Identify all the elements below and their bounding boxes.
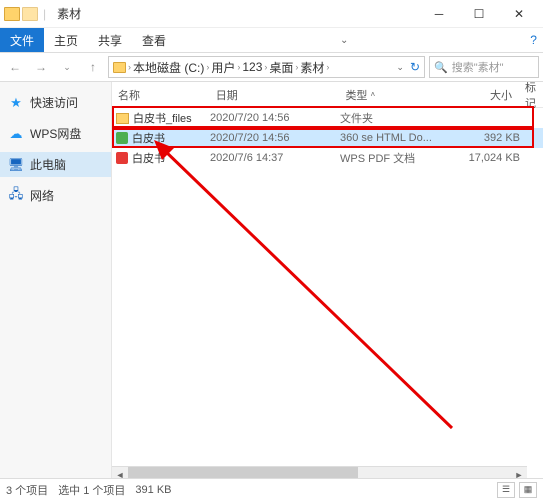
sidebar-item-label: WPS网盘 bbox=[30, 125, 81, 142]
menu-file[interactable]: 文件 bbox=[0, 28, 44, 52]
column-headers: 名称 日期 类型˄ 大小 标记 bbox=[112, 82, 543, 108]
html-file-icon bbox=[116, 132, 128, 144]
table-row[interactable]: 白皮书 2020/7/20 14:56 360 se HTML Do... 39… bbox=[112, 128, 543, 148]
breadcrumb-segment[interactable]: 用户 bbox=[211, 59, 235, 76]
column-mark[interactable]: 标记 bbox=[519, 82, 543, 111]
annotation-arrow bbox=[152, 138, 462, 438]
file-date: 2020/7/6 14:37 bbox=[210, 152, 340, 164]
table-row[interactable]: 白皮书 2020/7/6 14:37 WPS PDF 文档 17,024 KB bbox=[112, 148, 543, 168]
breadcrumb-segment[interactable]: 素材 bbox=[300, 59, 324, 76]
breadcrumb[interactable]: › 本地磁盘 (C:) › 用户 › 123 › 桌面 › 素材 › ⌄ ↻ bbox=[108, 56, 425, 78]
folder-icon bbox=[116, 113, 129, 124]
chevron-right-icon: › bbox=[326, 62, 329, 72]
column-size[interactable]: 大小 bbox=[459, 87, 519, 103]
sidebar-item-network[interactable]: 🖧 网络 bbox=[0, 183, 111, 208]
file-date: 2020/7/20 14:56 bbox=[210, 112, 340, 124]
sidebar-item-thispc[interactable]: 🖥 此电脑 bbox=[0, 152, 111, 177]
folder-icon bbox=[113, 62, 126, 73]
search-placeholder: 搜索"素材" bbox=[452, 59, 504, 75]
breadcrumb-segment[interactable]: 桌面 bbox=[269, 59, 293, 76]
breadcrumb-segment[interactable]: 本地磁盘 (C:) bbox=[133, 59, 204, 76]
nav-up-button[interactable]: ↑ bbox=[82, 56, 104, 78]
window-titlebar: | 素材 ─ ☐ ✕ bbox=[0, 0, 543, 28]
content-area: ★ 快速访问 ☁ WPS网盘 🖥 此电脑 🖧 网络 名称 日期 类型˄ 大小 标… bbox=[0, 82, 543, 482]
expand-ribbon-icon[interactable]: ⌄ bbox=[340, 35, 348, 46]
titlebar-divider: | bbox=[43, 7, 46, 21]
window-title: 素材 bbox=[57, 5, 81, 22]
file-date: 2020/7/20 14:56 bbox=[210, 132, 340, 144]
network-icon: 🖧 bbox=[8, 188, 24, 204]
column-date[interactable]: 日期 bbox=[210, 87, 340, 103]
file-type: 文件夹 bbox=[340, 110, 460, 126]
status-selection: 选中 1 个项目 bbox=[58, 482, 125, 498]
nav-back-button[interactable]: ← bbox=[4, 56, 26, 78]
pdf-file-icon bbox=[116, 152, 128, 164]
sort-indicator-icon: ˄ bbox=[370, 90, 375, 99]
address-bar: ← → ⌄ ↑ › 本地磁盘 (C:) › 用户 › 123 › 桌面 › 素材… bbox=[0, 52, 543, 82]
menu-view[interactable]: 查看 bbox=[132, 28, 176, 52]
sidebar-item-label: 此电脑 bbox=[30, 156, 66, 173]
file-list-pane: 名称 日期 类型˄ 大小 标记 白皮书_files 2020/7/20 14:5… bbox=[112, 82, 543, 482]
menubar: 文件 主页 共享 查看 ⌄ ? bbox=[0, 28, 543, 52]
breadcrumb-dropdown-icon[interactable]: ⌄ bbox=[396, 62, 404, 73]
file-size: 392 KB bbox=[460, 132, 520, 144]
sidebar-item-quickaccess[interactable]: ★ 快速访问 bbox=[0, 90, 111, 115]
star-icon: ★ bbox=[8, 95, 24, 111]
table-row[interactable]: 白皮书_files 2020/7/20 14:56 文件夹 bbox=[112, 108, 543, 128]
menu-share[interactable]: 共享 bbox=[88, 28, 132, 52]
sidebar-item-label: 网络 bbox=[30, 187, 54, 204]
status-item-count: 3 个项目 bbox=[6, 482, 48, 498]
chevron-right-icon: › bbox=[295, 62, 298, 72]
file-type: WPS PDF 文档 bbox=[340, 150, 460, 166]
monitor-icon: 🖥 bbox=[8, 157, 24, 173]
folder-icon bbox=[22, 7, 38, 21]
file-type: 360 se HTML Do... bbox=[340, 132, 460, 144]
view-large-button[interactable]: ▦ bbox=[519, 482, 537, 498]
navigation-sidebar: ★ 快速访问 ☁ WPS网盘 🖥 此电脑 🖧 网络 bbox=[0, 82, 112, 482]
file-name: 白皮书 bbox=[132, 130, 165, 146]
chevron-right-icon: › bbox=[128, 62, 131, 72]
minimize-button[interactable]: ─ bbox=[419, 2, 459, 26]
status-bar: 3 个项目 选中 1 个项目 391 KB ☰ ▦ bbox=[0, 478, 543, 500]
nav-forward-button[interactable]: → bbox=[30, 56, 52, 78]
status-selection-size: 391 KB bbox=[135, 484, 171, 496]
nav-recent-button[interactable]: ⌄ bbox=[56, 56, 78, 78]
maximize-button[interactable]: ☐ bbox=[459, 2, 499, 26]
breadcrumb-segment[interactable]: 123 bbox=[242, 60, 262, 74]
view-details-button[interactable]: ☰ bbox=[497, 482, 515, 498]
folder-icon bbox=[4, 7, 20, 21]
chevron-right-icon: › bbox=[264, 62, 267, 72]
close-button[interactable]: ✕ bbox=[499, 2, 539, 26]
help-icon[interactable]: ? bbox=[530, 33, 537, 47]
chevron-right-icon: › bbox=[206, 62, 209, 72]
sidebar-item-wps[interactable]: ☁ WPS网盘 bbox=[0, 121, 111, 146]
file-size: 17,024 KB bbox=[460, 152, 520, 164]
file-rows: 白皮书_files 2020/7/20 14:56 文件夹 白皮书 2020/7… bbox=[112, 108, 543, 168]
menu-home[interactable]: 主页 bbox=[44, 28, 88, 52]
file-name: 白皮书_files bbox=[133, 110, 192, 126]
refresh-icon[interactable]: ↻ bbox=[410, 60, 420, 74]
column-type[interactable]: 类型˄ bbox=[339, 87, 459, 103]
sidebar-item-label: 快速访问 bbox=[30, 94, 78, 111]
search-icon: 🔍 bbox=[434, 61, 448, 74]
chevron-right-icon: › bbox=[237, 62, 240, 72]
search-input[interactable]: 🔍 搜索"素材" bbox=[429, 56, 539, 78]
file-name: 白皮书 bbox=[132, 150, 165, 166]
cloud-icon: ☁ bbox=[8, 126, 24, 142]
column-name[interactable]: 名称 bbox=[112, 87, 210, 103]
